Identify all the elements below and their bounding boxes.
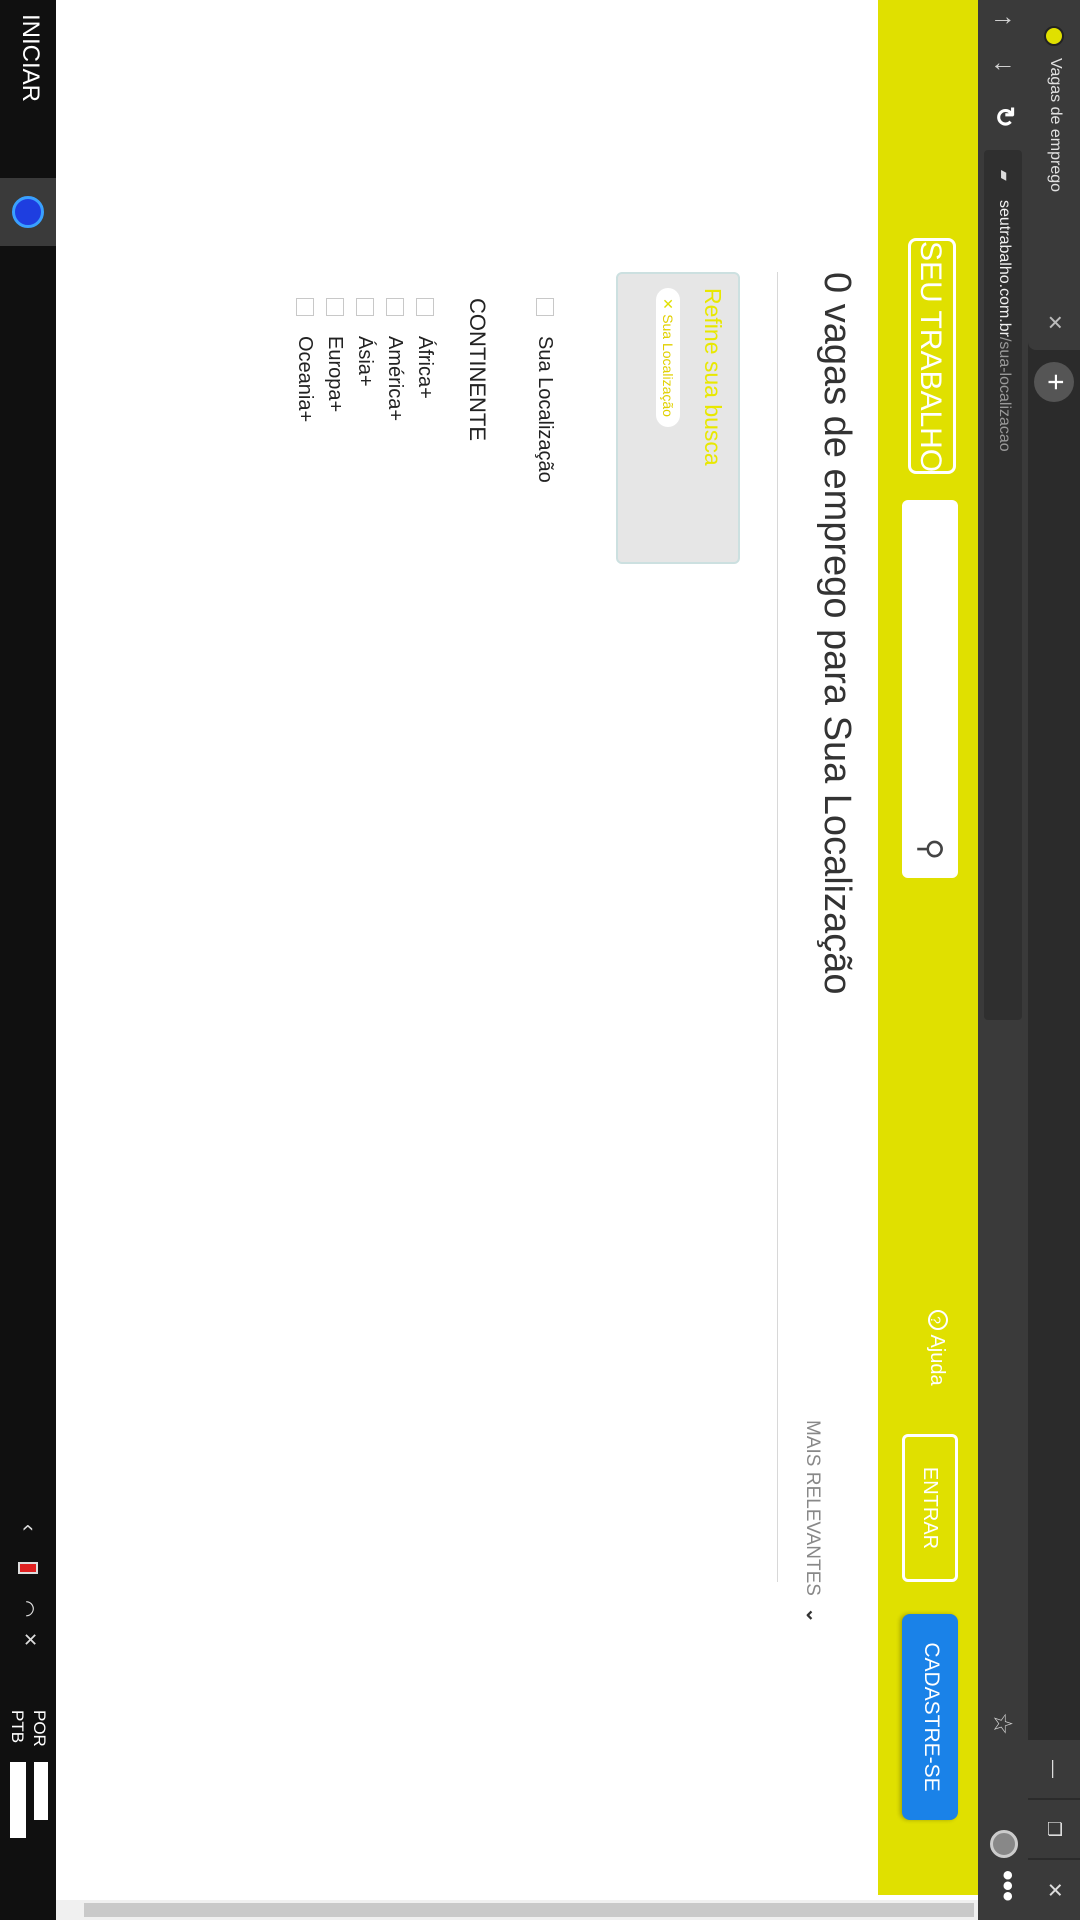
login-button[interactable]: ENTRAR <box>902 1434 958 1582</box>
page-title: 0 vagas de emprego para Sua Localização <box>816 272 858 995</box>
remove-filter-icon[interactable]: ✕ <box>660 298 676 310</box>
continent-label-africa[interactable]: África+ <box>413 336 436 399</box>
login-label: ENTRAR <box>919 1466 941 1550</box>
location-checkbox[interactable] <box>536 298 554 316</box>
title-divider <box>777 272 778 1582</box>
address-bar[interactable]: ▰ seutrabalho.com.br/sua-localizacao <box>984 150 1022 1020</box>
continent-heading: CONTINENTE <box>465 298 490 441</box>
wifi-icon[interactable]: ◠ <box>15 1600 40 1617</box>
taskbar: INICIAR ‹ ◠ ✕ POR PTB <box>0 0 56 1920</box>
favorite-star-icon[interactable]: ☆ <box>987 1712 1018 1735</box>
site-logo-text: SEU TRABALHO <box>914 241 947 473</box>
sort-dropdown[interactable]: MAIS RELEVANTES ⌄ <box>801 1420 824 1623</box>
sort-label: MAIS RELEVANTES <box>802 1420 823 1596</box>
help-label: Ajuda <box>926 1334 948 1386</box>
continent-checkbox-oceania[interactable] <box>296 298 314 316</box>
active-filter-chip[interactable]: ✕ Sua Localização <box>656 288 680 427</box>
help-icon: ? <box>928 1310 948 1330</box>
url-domain: seutrabalho.com.br <box>996 200 1013 337</box>
taskbar-app-button[interactable] <box>0 178 56 246</box>
signup-label: CADASTRE-SE <box>920 1642 943 1792</box>
browser-app-icon <box>12 196 44 228</box>
search-icon[interactable]: ⚲ <box>913 838 948 860</box>
continent-checkbox-asia[interactable] <box>356 298 374 316</box>
chip-label: Sua Localização <box>660 314 676 417</box>
continent-label-europa[interactable]: Europa+ <box>323 336 346 412</box>
continent-checkbox-europa[interactable] <box>326 298 344 316</box>
language-bottom: PTB <box>8 1710 27 1744</box>
tab-close-icon[interactable]: ✕ <box>1042 314 1067 331</box>
clock-display <box>34 1762 48 1820</box>
profile-avatar-icon[interactable] <box>990 1830 1018 1858</box>
continent-label-america[interactable]: América+ <box>383 336 406 421</box>
tab-title: Vagas de emprego <box>1047 58 1064 193</box>
site-header: SEU TRABALHO ⚲ ? Ajuda ENTRAR CADASTRE-S… <box>878 0 978 1895</box>
location-label: Sua Localização <box>534 336 556 483</box>
forward-icon[interactable]: ↓ <box>989 60 1020 73</box>
battery-icon <box>18 1562 38 1574</box>
new-tab-button[interactable]: + <box>1034 362 1074 402</box>
window-minimize-icon[interactable]: — <box>1028 1740 1080 1798</box>
continent-checkbox-america[interactable] <box>386 298 404 316</box>
window-restore-icon[interactable]: ❐ <box>1028 1800 1080 1858</box>
date-display <box>10 1762 26 1838</box>
tab-favicon-icon <box>1044 26 1064 46</box>
language-top: POR <box>30 1710 49 1747</box>
lock-icon: ▰ <box>997 170 1013 181</box>
chevron-down-icon: ⌄ <box>802 1607 823 1624</box>
url-text: seutrabalho.com.br/sua-localizacao <box>995 200 1013 452</box>
browser-tab[interactable]: Vagas de emprego ✕ <box>1028 0 1080 350</box>
reload-icon[interactable]: ↻ <box>989 106 1020 128</box>
signup-button[interactable]: CADASTRE-SE <box>902 1614 958 1820</box>
continent-checkbox-africa[interactable] <box>416 298 434 316</box>
back-icon[interactable]: ↑ <box>989 14 1020 27</box>
refine-title: Refine sua busca <box>700 288 726 466</box>
volume-muted-icon[interactable]: ✕ <box>19 1632 40 1647</box>
more-menu-icon[interactable]: ••• <box>990 1870 1024 1902</box>
show-hidden-icons-icon[interactable]: ‹ <box>16 1524 42 1531</box>
continent-label-oceania[interactable]: Oceania+ <box>293 336 316 422</box>
start-button[interactable]: INICIAR <box>16 14 44 102</box>
refine-panel: Refine sua busca ✕ Sua Localização <box>616 272 740 564</box>
search-input[interactable]: ⚲ <box>902 500 958 878</box>
continent-label-asia[interactable]: Ásia+ <box>353 336 376 387</box>
screen: Vagas de emprego ✕ + — ❐ ✕ ↑ ↓ ↻ ▰ seutr… <box>0 0 1080 1920</box>
site-logo[interactable]: SEU TRABALHO <box>908 238 956 474</box>
vertical-scrollbar-thumb[interactable] <box>84 1903 974 1917</box>
url-path: /sua-localizacao <box>996 336 1013 452</box>
language-indicator[interactable]: POR PTB <box>6 1710 50 1747</box>
help-link[interactable]: ? Ajuda <box>925 1310 948 1386</box>
window-close-icon[interactable]: ✕ <box>1028 1860 1080 1920</box>
